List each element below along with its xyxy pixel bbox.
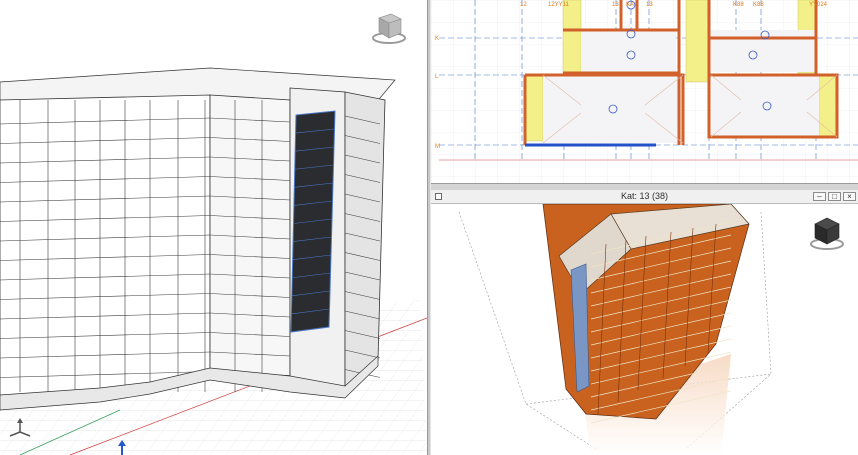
svg-text:K88: K88 bbox=[733, 2, 744, 8]
svg-text:13: 13 bbox=[646, 2, 653, 8]
window-title: Kat: 13 (38) bbox=[620, 191, 669, 201]
left-building-render bbox=[0, 13, 427, 455]
maximize-button[interactable]: □ bbox=[828, 192, 841, 201]
svg-text:13: 13 bbox=[612, 2, 619, 8]
svg-text:K88: K88 bbox=[753, 2, 764, 8]
minimize-button[interactable]: – bbox=[813, 192, 826, 201]
perspective-viewport[interactable] bbox=[431, 204, 858, 455]
close-button[interactable]: × bbox=[843, 192, 856, 201]
svg-text:YY024: YY024 bbox=[809, 2, 828, 8]
plan-drawing: 12 12YY11 13 KA 13 K88 K88 YY024 K L M bbox=[431, 0, 858, 183]
left-3d-viewport[interactable] bbox=[0, 0, 427, 455]
svg-text:12YY11: 12YY11 bbox=[548, 2, 570, 8]
perspective-window-titlebar[interactable]: Kat: 13 (38) – □ × bbox=[431, 190, 858, 204]
horizontal-splitter[interactable] bbox=[431, 183, 858, 190]
svg-text:12: 12 bbox=[520, 2, 527, 8]
svg-text:KA: KA bbox=[626, 2, 634, 8]
view-cube-icon[interactable] bbox=[810, 217, 844, 250]
perspective-building-render bbox=[458, 204, 844, 455]
view-cube-icon[interactable] bbox=[372, 13, 406, 44]
svg-text:M: M bbox=[435, 144, 440, 150]
svg-text:K: K bbox=[435, 36, 439, 42]
plan-viewport[interactable]: 12 12YY11 13 KA 13 K88 K88 YY024 K L M bbox=[431, 0, 858, 183]
